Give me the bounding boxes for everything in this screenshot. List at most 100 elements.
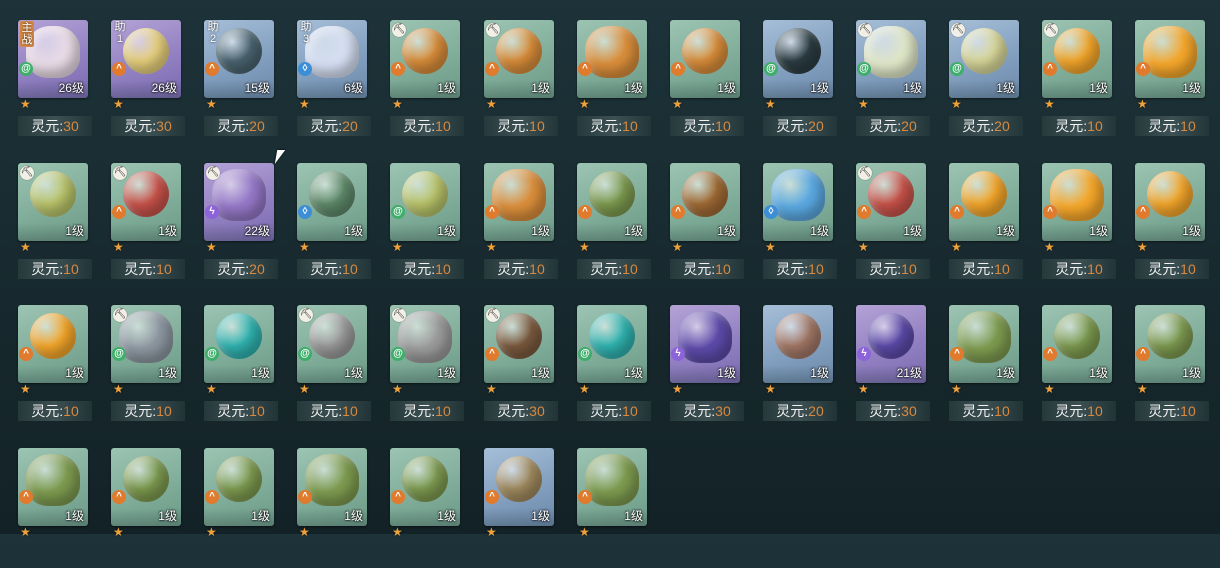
pet-card[interactable]: ◊ 1级 ★ 灵元:10 (763, 163, 837, 283)
pet-portrait[interactable]: ^ 1级 (1135, 163, 1205, 241)
pet-card[interactable]: ^ 1级 ★ (577, 448, 649, 568)
pet-card[interactable]: ^ 1级 ★ 灵元:10 (1135, 20, 1209, 140)
pet-portrait[interactable]: ◊ 1级 (297, 163, 367, 241)
pet-card[interactable]: 助3 ◊ 6级 ★ 灵元:20 (297, 20, 371, 140)
pet-portrait[interactable]: ⛏ 1级 (18, 163, 88, 241)
pet-card[interactable]: ^ 1级 ★ 灵元:10 (484, 163, 558, 283)
pet-portrait[interactable]: ^ 1级 (1042, 163, 1112, 241)
pet-portrait[interactable]: @1级 (763, 20, 833, 98)
pet-portrait[interactable]: ^ 1级 (297, 448, 367, 526)
pet-card[interactable]: ⛏ @1级 ★ 灵元:10 (111, 305, 185, 425)
pet-card[interactable]: ⛏ ^ 1级 ★ 灵元:10 (390, 20, 464, 140)
pet-card[interactable]: ^ 1级 ★ 灵元:10 (1042, 305, 1116, 425)
pet-card[interactable]: ^ 1级 ★ 灵元:10 (670, 20, 744, 140)
pet-card[interactable]: ^ 1级 ★ 灵元:10 (1042, 163, 1116, 283)
pet-portrait[interactable]: ϟ 21级 (856, 305, 926, 383)
pet-portrait[interactable]: ⛏ ^ 1级 (1042, 20, 1112, 98)
pet-card[interactable]: ^ 1级 ★ 灵元:10 (949, 163, 1023, 283)
pet-portrait[interactable]: ⛏ ^ 1级 (111, 163, 181, 241)
pet-portrait[interactable]: ◊ 1级 (763, 163, 833, 241)
pet-sprite-icon (212, 169, 266, 221)
pet-portrait[interactable]: @1级 (577, 305, 647, 383)
pet-portrait[interactable]: ⛏ ^ 1级 (484, 20, 554, 98)
pet-level: 1级 (810, 364, 829, 381)
pet-card[interactable]: ⛏ ^ 1级 ★ 灵元:10 (111, 163, 185, 283)
pet-card[interactable]: ⛏ ϟ 22级 ★ 灵元:20 (204, 163, 278, 283)
rarity-star-icon: ★ (486, 240, 497, 254)
pet-portrait[interactable]: ^ 1级 (949, 163, 1019, 241)
pet-portrait[interactable]: 主战 @26级 (18, 20, 88, 98)
pet-card[interactable]: ⛏ ^ 1级 ★ 灵元:10 (856, 163, 930, 283)
pet-card[interactable]: ⛏ 1级 ★ 灵元:10 (18, 163, 92, 283)
pet-portrait[interactable]: ^ 1级 (670, 20, 740, 98)
pet-card[interactable]: ^ 1级 ★ 灵元:10 (1135, 305, 1209, 425)
pet-portrait[interactable]: ⛏ @1级 (111, 305, 181, 383)
pet-portrait[interactable]: 助1 ^ 26级 (111, 20, 181, 98)
pet-level-suffix: 级 (1188, 366, 1201, 380)
pet-card[interactable]: ^ 1级 ★ 灵元:10 (1135, 163, 1209, 283)
pet-portrait[interactable]: @1级 (390, 163, 460, 241)
spirit-cost-label: 灵元:10 (577, 401, 651, 421)
spirit-cost-value: 10 (715, 118, 731, 134)
pet-card[interactable]: @1级 ★ 灵元:10 (577, 305, 651, 425)
pet-card[interactable]: ⛏ @1级 ★ 灵元:10 (297, 305, 371, 425)
pet-card[interactable]: ^ 1级 ★ 灵元:10 (18, 305, 92, 425)
pet-card[interactable]: 主战 @26级 ★ 灵元:30 (18, 20, 92, 140)
pet-portrait[interactable]: ^ 1级 (577, 163, 647, 241)
pet-portrait[interactable]: ^ 1级 (484, 448, 554, 526)
pet-portrait[interactable]: @1级 (204, 305, 274, 383)
pet-portrait[interactable]: ⛏ @1级 (949, 20, 1019, 98)
pet-portrait[interactable]: ⛏ ϟ 22级 (204, 163, 274, 241)
pet-card[interactable]: ⛏ @1级 ★ 灵元:20 (949, 20, 1023, 140)
pet-card[interactable]: ⛏ @1级 ★ 灵元:10 (390, 305, 464, 425)
pet-card[interactable]: ^ 1级 ★ 灵元:10 (670, 163, 744, 283)
pet-card[interactable]: ^ 1级 ★ (204, 448, 276, 568)
pet-portrait[interactable]: ^ 1级 (577, 20, 647, 98)
pet-card[interactable]: ^ 1级 ★ (18, 448, 90, 568)
pet-card[interactable]: ϟ 21级 ★ 灵元:30 (856, 305, 930, 425)
pet-portrait[interactable]: ^ 1级 (484, 163, 554, 241)
pet-portrait[interactable]: 助2 ^ 15级 (204, 20, 274, 98)
pet-portrait[interactable]: ⛏ ^ 1级 (390, 20, 460, 98)
pet-sprite-icon (216, 28, 262, 74)
pet-portrait[interactable]: ^ 1级 (18, 305, 88, 383)
pet-portrait[interactable]: ^ 1级 (949, 305, 1019, 383)
pet-portrait[interactable]: ⛏ @1级 (390, 305, 460, 383)
pet-card[interactable]: 1级 ★ 灵元:20 (763, 305, 837, 425)
pet-portrait[interactable]: 1级 (763, 305, 833, 383)
pet-card[interactable]: ⛏ ^ 1级 ★ 灵元:30 (484, 305, 558, 425)
pet-card[interactable]: ⛏ ^ 1级 ★ 灵元:10 (1042, 20, 1116, 140)
pet-portrait[interactable]: ^ 1级 (577, 448, 647, 526)
pet-card[interactable]: @1级 ★ 灵元:20 (763, 20, 837, 140)
pet-portrait[interactable]: ^ 1级 (111, 448, 181, 526)
pet-portrait[interactable]: ϟ 1级 (670, 305, 740, 383)
pet-portrait[interactable]: ^ 1级 (1135, 305, 1205, 383)
spirit-cost-label: 灵元:10 (484, 259, 558, 279)
pet-card[interactable]: @1级 ★ 灵元:10 (390, 163, 464, 283)
pet-card[interactable]: 助2 ^ 15级 ★ 灵元:20 (204, 20, 278, 140)
pet-card[interactable]: 助1 ^ 26级 ★ 灵元:30 (111, 20, 185, 140)
pet-portrait[interactable]: ^ 1级 (204, 448, 274, 526)
pet-portrait[interactable]: ^ 1级 (1135, 20, 1205, 98)
pet-card[interactable]: ⛏ @1级 ★ 灵元:20 (856, 20, 930, 140)
pet-card[interactable]: ^ 1级 ★ 灵元:10 (577, 20, 651, 140)
pet-card[interactable]: ◊ 1级 ★ 灵元:10 (297, 163, 371, 283)
pet-card[interactable]: ⛏ ^ 1级 ★ 灵元:10 (484, 20, 558, 140)
pet-card[interactable]: ^ 1级 ★ (484, 448, 556, 568)
pet-card[interactable]: @1级 ★ 灵元:10 (204, 305, 278, 425)
pet-portrait[interactable]: ^ 1级 (18, 448, 88, 526)
pet-card[interactable]: ^ 1级 ★ (111, 448, 183, 568)
pet-portrait[interactable]: ^ 1级 (390, 448, 460, 526)
pet-card[interactable]: ^ 1级 ★ 灵元:10 (577, 163, 651, 283)
pet-portrait[interactable]: ^ 1级 (1042, 305, 1112, 383)
pet-portrait[interactable]: ⛏ @1级 (856, 20, 926, 98)
pet-portrait[interactable]: ^ 1级 (670, 163, 740, 241)
pet-portrait[interactable]: ⛏ ^ 1级 (484, 305, 554, 383)
pet-portrait[interactable]: 助3 ◊ 6级 (297, 20, 367, 98)
pet-portrait[interactable]: ⛏ ^ 1级 (856, 163, 926, 241)
pet-card[interactable]: ϟ 1级 ★ 灵元:30 (670, 305, 744, 425)
pet-portrait[interactable]: ⛏ @1级 (297, 305, 367, 383)
pet-card[interactable]: ^ 1级 ★ (390, 448, 462, 568)
pet-card[interactable]: ^ 1级 ★ 灵元:10 (949, 305, 1023, 425)
pet-card[interactable]: ^ 1级 ★ (297, 448, 369, 568)
